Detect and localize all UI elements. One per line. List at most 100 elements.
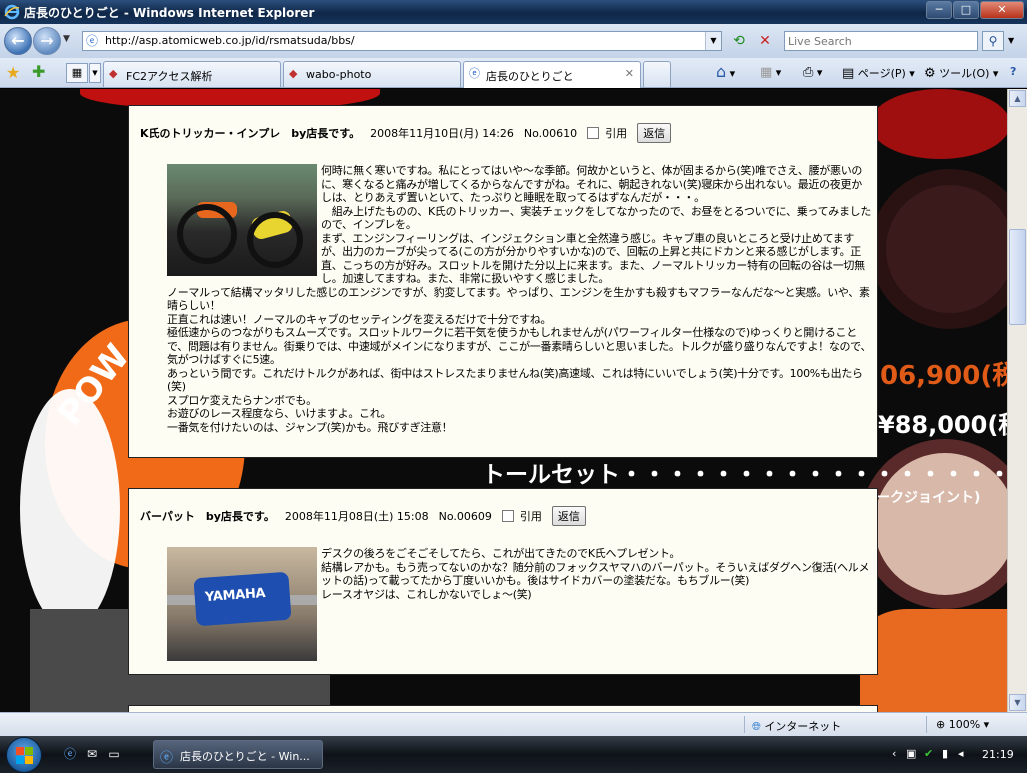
post-date: 2008年11月10日(月) 14:26 xyxy=(370,127,514,140)
security-zone[interactable]: 🌐︎ インターネット xyxy=(752,718,841,734)
forward-button[interactable]: → xyxy=(33,27,61,55)
vertical-scrollbar[interactable]: ▲ ▼ xyxy=(1007,89,1027,712)
page-menu-label: ページ(P) xyxy=(857,67,906,80)
background-splash xyxy=(870,89,1007,159)
post-title: バーパット by店長です。 xyxy=(140,510,275,523)
stop-icon: ✕ xyxy=(759,33,771,49)
tab-tencho[interactable]: ⓔ 店長のひとりごと ✕ xyxy=(463,61,641,88)
address-field[interactable]: ⓔ http://asp.atomicweb.co.jp/id/rsmatsud… xyxy=(82,31,722,51)
page-icon: ▤ xyxy=(842,66,855,81)
quote-checkbox[interactable] xyxy=(501,510,514,522)
scroll-down-button[interactable]: ▼ xyxy=(1009,694,1026,711)
mail-quicklaunch-icon[interactable]: ✉ xyxy=(84,746,100,762)
zoom-icon: ⊕ xyxy=(936,718,946,731)
quick-tabs-icon: ▦ xyxy=(71,66,83,79)
gear-icon: ⚙ xyxy=(924,66,936,81)
background-price-text: 06,900(税 xyxy=(880,361,1007,391)
print-button[interactable]: ⎙ ▾ xyxy=(803,65,822,80)
new-tab-button[interactable] xyxy=(643,61,671,87)
tray-expand-icon[interactable]: ‹ xyxy=(892,747,896,760)
address-dropdown-button[interactable]: ▼ xyxy=(705,32,721,50)
post-paragraph: 極低速からのつながりもスムーズです。スロットルワークに若干気を使うかもしれません… xyxy=(167,326,872,366)
ie-quicklaunch-icon[interactable]: ⓔ xyxy=(62,746,78,762)
address-url[interactable]: http://asp.atomicweb.co.jp/id/rsmatsuda/… xyxy=(105,34,355,47)
close-window-button[interactable]: ✕ xyxy=(980,1,1024,19)
tab-list-button[interactable]: ▼ xyxy=(89,63,101,83)
taskbar: ⓔ ✉ ▭ ⓔ 店長のひとりごと - Win... ‹ ▣ ✔ ▮ ◂ 21:1… xyxy=(0,736,1027,773)
zoom-button[interactable]: ⊕ 100% ▾ xyxy=(936,718,989,731)
tools-menu-button[interactable]: ⚙ ツール(O) ▾ xyxy=(924,65,998,81)
reply-button[interactable]: 返信 xyxy=(551,506,586,526)
close-tab-icon[interactable]: ✕ xyxy=(625,67,634,80)
tab-label: FC2アクセス解析 xyxy=(126,70,213,83)
stop-button[interactable]: ✕ xyxy=(754,31,776,51)
tools-menu-label: ツール(O) xyxy=(939,67,990,80)
taskbar-item-ie[interactable]: ⓔ 店長のひとりごと - Win... xyxy=(153,740,323,769)
tab-label: 店長のひとりごと xyxy=(486,70,574,83)
recent-pages-dropdown[interactable]: ▼ xyxy=(63,34,70,44)
quick-tabs-button[interactable]: ▦ xyxy=(66,63,88,83)
back-button[interactable]: ← xyxy=(4,27,32,55)
home-icon: ⌂ xyxy=(716,62,727,81)
fc2-favicon-icon: ◆ xyxy=(109,67,118,80)
page-menu-button[interactable]: ▤ ページ(P) ▾ xyxy=(842,65,915,81)
title-bar: 店長のひとりごと - Windows Internet Explorer ─ □… xyxy=(0,0,1027,24)
yamaha-bar-pad-photo: YAMAHA xyxy=(167,547,317,661)
maximize-button[interactable]: □ xyxy=(953,1,979,19)
post-body: 何時に無く寒いですね。私にとってはいや〜な季節。何故かというと、体が固まるから(… xyxy=(167,164,872,434)
security-shield-icon[interactable]: ✔ xyxy=(924,747,936,760)
volume-icon[interactable]: ◂ xyxy=(958,747,970,760)
home-button[interactable]: ⌂ ▾ xyxy=(716,62,735,81)
background-price-text: ¥88,000(税 xyxy=(878,411,1007,439)
quote-checkbox[interactable] xyxy=(587,127,600,139)
post-number: No.00610 xyxy=(523,126,578,140)
power-icon[interactable]: ▮ xyxy=(942,747,954,760)
background-price-text: トールセット・・・・・・・・・・・・・・・・・・・・・・¥18,900(税 xyxy=(482,462,1007,488)
wabo-favicon-icon: ◆ xyxy=(289,67,298,80)
status-bar: 🌐︎ インターネット ⊕ 100% ▾ xyxy=(0,712,1027,736)
window-title: 店長のひとりごと - Windows Internet Explorer xyxy=(24,6,315,20)
zoom-level: 100% xyxy=(948,718,981,731)
scroll-thumb[interactable] xyxy=(1009,229,1026,325)
status-separator xyxy=(744,716,745,733)
quote-label: 引用 xyxy=(519,510,542,523)
search-options-dropdown[interactable]: ▼ xyxy=(1008,36,1014,45)
favorites-star-icon[interactable]: ★ xyxy=(6,63,20,82)
globe-icon: 🌐︎ xyxy=(752,720,761,733)
refresh-button[interactable]: ⟲ xyxy=(728,31,750,51)
bbs-post xyxy=(128,705,878,712)
post-paragraph: あっという間です。これだけトルクがあれば、街中はストレスたまりませんね(笑)高速… xyxy=(167,366,863,394)
tab-fc2[interactable]: ◆ FC2アクセス解析 xyxy=(103,61,281,87)
search-field[interactable] xyxy=(784,31,978,51)
quote-label: 引用 xyxy=(605,127,628,140)
feeds-icon: ▦ xyxy=(760,65,773,80)
reply-button[interactable]: 返信 xyxy=(637,123,672,143)
minimize-button[interactable]: ─ xyxy=(926,1,952,19)
back-arrow-icon: ← xyxy=(11,31,25,50)
post-paragraph: 一番気を付けたいのは、ジャンプ(笑)かも。飛びすぎ注意！ xyxy=(167,420,453,434)
background-price-text: ークジョイント) xyxy=(876,490,981,506)
ie-logo-icon: ⓔ xyxy=(160,751,174,766)
search-input[interactable] xyxy=(785,32,977,50)
start-button[interactable] xyxy=(6,737,42,773)
ie-logo-icon xyxy=(4,4,20,20)
tab-wabo-photo[interactable]: ◆ wabo-photo xyxy=(283,61,461,87)
help-icon: ? xyxy=(1010,65,1017,78)
add-favorites-icon[interactable]: ✚ xyxy=(32,62,45,81)
desktop-quicklaunch-icon[interactable]: ▭ xyxy=(106,746,122,762)
post-paragraph: お遊びのレース程度なら、いけますよ。これ。 xyxy=(167,407,392,420)
post-header: K氏のトリッカー・インプレ by店長です。 2008年11月10日(月) 14:… xyxy=(140,123,672,143)
network-icon[interactable]: ▣ xyxy=(906,747,918,760)
search-button[interactable]: ⚲ xyxy=(982,31,1004,51)
page-viewport: POW 06,900(税 ¥88,000(税 トールセット・・・・・・・・・・・… xyxy=(0,89,1007,712)
ie-page-icon: ⓔ xyxy=(86,34,99,48)
bbs-post: K氏のトリッカー・インプレ by店長です。 2008年11月10日(月) 14:… xyxy=(128,105,878,458)
bbs-post: バーパット by店長です。 2008年11月08日(土) 15:08 No.00… xyxy=(128,488,878,675)
help-button[interactable]: ? xyxy=(1010,65,1016,78)
scroll-up-button[interactable]: ▲ xyxy=(1009,90,1026,107)
post-paragraph: 正直これは速い！ノーマルのキャブのセッティングを変えるだけで十分ですね。 xyxy=(167,312,552,326)
clock[interactable]: 21:19 xyxy=(982,748,1014,761)
post-title: K氏のトリッカー・インプレ by店長です。 xyxy=(140,127,361,140)
feeds-button[interactable]: ▦ ▾ xyxy=(760,65,781,80)
background-wheel xyxy=(870,169,1007,329)
